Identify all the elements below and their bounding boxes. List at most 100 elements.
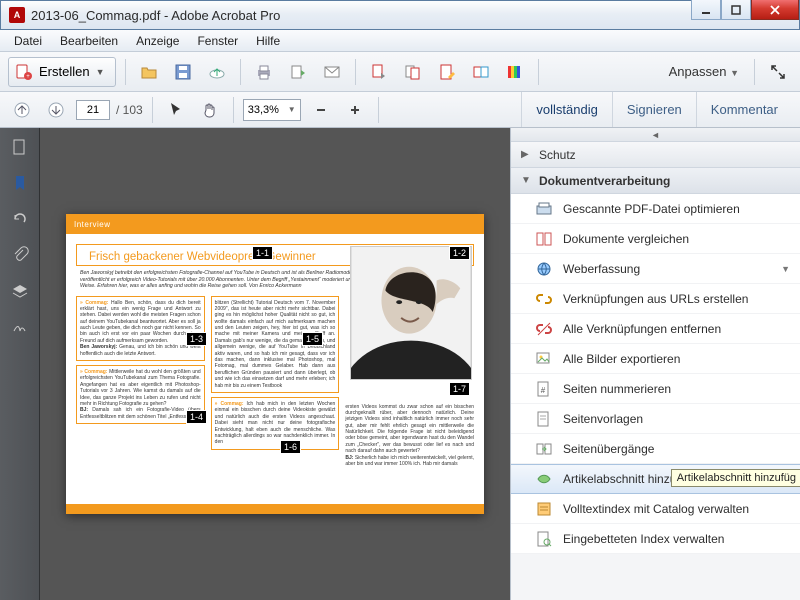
page-total-label: / 103 — [116, 103, 143, 117]
save-button[interactable] — [169, 58, 197, 86]
article-icon — [535, 470, 553, 488]
zoom-out-button[interactable] — [307, 96, 335, 124]
region-tag: 1-1 — [252, 246, 273, 260]
chevron-down-icon: ▼ — [96, 67, 105, 77]
close-button[interactable] — [751, 0, 799, 20]
region-tag: 1-5 — [302, 332, 323, 346]
pdf-export-icon — [370, 63, 388, 81]
layers-icon[interactable] — [9, 280, 31, 302]
item-remove-links[interactable]: Alle Verknüpfungen entfernen — [511, 314, 800, 344]
section-protect[interactable]: ▶Schutz — [511, 142, 800, 168]
page-down-button[interactable] — [42, 96, 70, 124]
region-tag: 1-3 — [186, 332, 207, 346]
toolbar-nav: / 103 33,3%▼ vollständig Signieren Komme… — [0, 92, 800, 128]
create-button[interactable]: + Erstellen ▼ — [8, 57, 116, 87]
menu-hilfe[interactable]: Hilfe — [248, 32, 288, 50]
minimize-button[interactable] — [691, 0, 721, 20]
region-tag: 1-2 — [449, 246, 470, 260]
email-button[interactable] — [318, 58, 346, 86]
section-docprocessing[interactable]: ▼Dokumentverarbeitung — [511, 168, 800, 194]
tab-tools[interactable]: vollständig — [521, 92, 611, 127]
rainbow-icon — [506, 63, 524, 81]
tools-panel: ◄ ▶Schutz ▼Dokumentverarbeitung Gescannt… — [510, 128, 800, 600]
hand-icon — [201, 101, 219, 119]
item-optimize-scanned[interactable]: Gescannte PDF-Datei optimieren — [511, 194, 800, 224]
color-button[interactable] — [501, 58, 529, 86]
item-page-templates[interactable]: Seitenvorlagen — [511, 404, 800, 434]
hand-tool-button[interactable] — [196, 96, 224, 124]
globe-icon — [535, 260, 553, 278]
chevron-down-icon: ▼ — [781, 264, 790, 274]
page-number-icon: # — [535, 380, 553, 398]
combine-button[interactable] — [467, 58, 495, 86]
arrow-down-circle-icon — [47, 101, 65, 119]
document-view[interactable]: Interview Frisch gebackener Webvideoprei… — [40, 128, 510, 600]
select-tool-button[interactable] — [162, 96, 190, 124]
expand-icon — [769, 63, 787, 81]
signatures-icon[interactable] — [9, 316, 31, 338]
link-remove-icon — [535, 320, 553, 338]
image-export-icon — [535, 350, 553, 368]
thumbnails-icon[interactable] — [9, 136, 31, 158]
svg-text:#: # — [541, 386, 546, 395]
open-button[interactable] — [135, 58, 163, 86]
fullscreen-button[interactable] — [764, 58, 792, 86]
refresh-icon[interactable] — [9, 208, 31, 230]
app-icon: A — [9, 7, 25, 23]
arrow-up-circle-icon — [13, 101, 31, 119]
cloud-button[interactable] — [203, 58, 231, 86]
page-number-input[interactable] — [76, 100, 110, 120]
export-pdf-button[interactable] — [365, 58, 393, 86]
minus-icon — [314, 103, 328, 117]
attachments-icon[interactable] — [9, 244, 31, 266]
item-catalog-index[interactable]: Volltextindex mit Catalog verwalten Arti… — [511, 494, 800, 524]
item-embedded-index[interactable]: Eingebetteten Index verwalten — [511, 524, 800, 554]
scanner-icon — [535, 200, 553, 218]
combine-icon — [472, 63, 490, 81]
panel-collapse-button[interactable]: ◄ — [511, 128, 800, 142]
item-webcapture[interactable]: Weberfassung▼ — [511, 254, 800, 284]
customize-button[interactable]: Anpassen ▼ — [663, 64, 745, 79]
tab-comment[interactable]: Kommentar — [696, 92, 792, 127]
item-transitions[interactable]: Seitenübergänge — [511, 434, 800, 464]
item-compare[interactable]: Dokumente vergleichen — [511, 224, 800, 254]
printer-icon — [255, 63, 273, 81]
create-icon: + — [15, 63, 33, 81]
menu-anzeige[interactable]: Anzeige — [128, 32, 187, 50]
print-button[interactable] — [250, 58, 278, 86]
transition-icon — [535, 440, 553, 458]
menu-bar: Datei Bearbeiten Anzeige Fenster Hilfe — [0, 30, 800, 52]
item-number-pages[interactable]: #Seiten nummerieren — [511, 374, 800, 404]
template-icon — [535, 410, 553, 428]
tooltip: Artikelabschnitt hinzufüg — [671, 469, 800, 487]
svg-text:+: + — [26, 74, 30, 80]
page-up-button[interactable] — [8, 96, 36, 124]
menu-bearbeiten[interactable]: Bearbeiten — [52, 32, 126, 50]
edit-text-button[interactable] — [433, 58, 461, 86]
page-section-label: Interview — [74, 220, 111, 229]
article-portrait — [350, 246, 472, 380]
item-export-images[interactable]: Alle Bilder exportieren — [511, 344, 800, 374]
cloud-icon — [208, 63, 226, 81]
bookmarks-icon[interactable] — [9, 172, 31, 194]
menu-datei[interactable]: Datei — [6, 32, 50, 50]
chevron-down-icon: ▼ — [521, 175, 531, 186]
region-tag: 1-4 — [186, 410, 207, 424]
convert-button[interactable] — [399, 58, 427, 86]
zoom-in-button[interactable] — [341, 96, 369, 124]
floppy-icon — [174, 63, 192, 81]
chevron-right-icon: ▶ — [521, 149, 531, 160]
zoom-combo[interactable]: 33,3%▼ — [243, 99, 301, 121]
share-button[interactable] — [284, 58, 312, 86]
index-icon — [535, 530, 553, 548]
region-tag: 1-6 — [280, 440, 301, 454]
item-create-links[interactable]: Verknüpfungen aus URLs erstellen — [511, 284, 800, 314]
menu-fenster[interactable]: Fenster — [189, 32, 246, 50]
tab-sign[interactable]: Signieren — [612, 92, 696, 127]
cursor-icon — [167, 101, 185, 119]
pdf-page: Interview Frisch gebackener Webvideoprei… — [66, 214, 484, 514]
folder-open-icon — [140, 63, 158, 81]
window-titlebar: A 2013-06_Commag.pdf - Adobe Acrobat Pro — [0, 0, 800, 30]
maximize-button[interactable] — [721, 0, 751, 20]
region-tag: 1-7 — [449, 382, 470, 396]
